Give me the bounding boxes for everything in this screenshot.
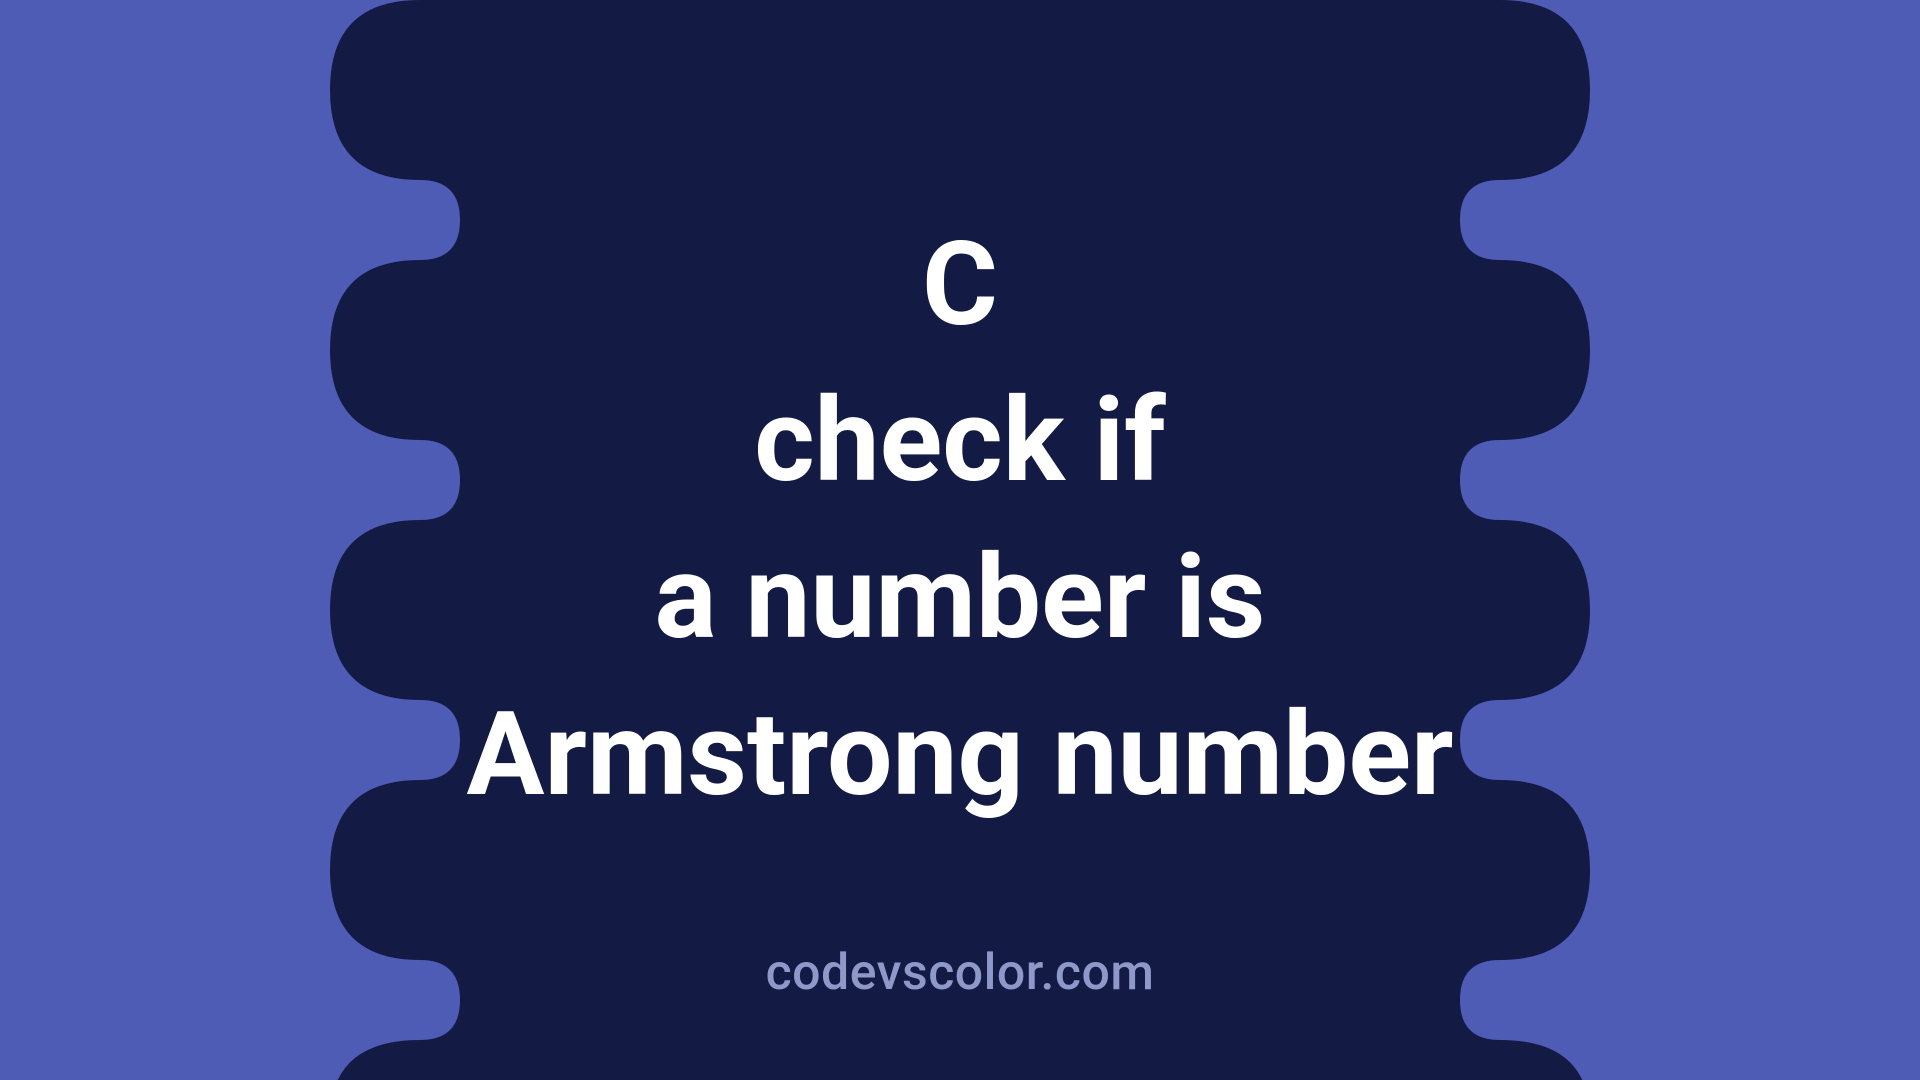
title-line-4: Armstrong number — [467, 677, 1454, 834]
banner-content: C check if a number is Armstrong number — [0, 0, 1920, 1080]
banner-title: C check if a number is Armstrong number — [467, 207, 1454, 833]
title-line-1: C — [467, 207, 1454, 364]
title-line-3: a number is — [467, 520, 1454, 677]
title-line-2: check if — [467, 363, 1454, 520]
footer-credit: codevscolor.com — [0, 944, 1920, 1002]
